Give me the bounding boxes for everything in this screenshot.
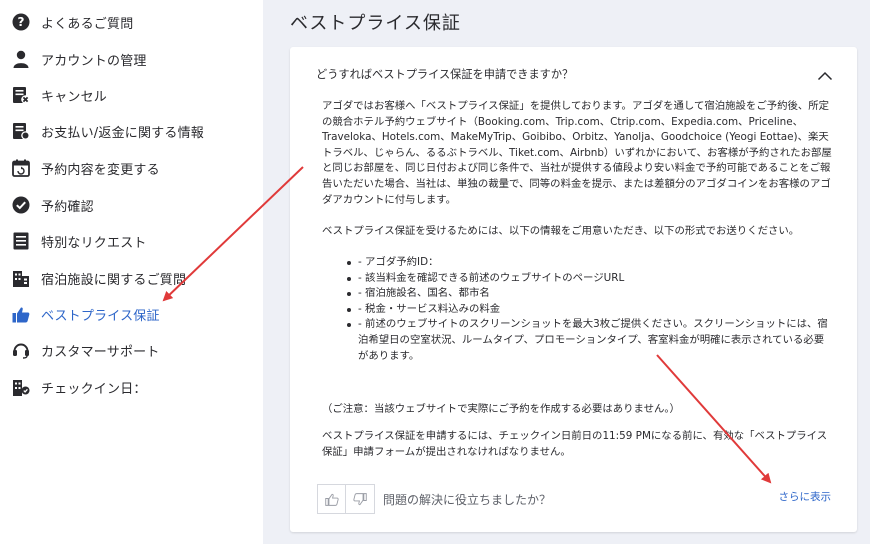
thumbs-up-icon [324,493,339,506]
thumbs-up-icon [11,304,31,324]
page-title: ベストプライス保証 [290,13,461,34]
sidebar-item-label: ベストプライス保証 [41,308,160,324]
list-item: - 該当料金を確認できる前述のウェブサイトのページURL [347,271,832,287]
checkin-building-icon [11,377,31,397]
sidebar-item-payment[interactable]: お支払い/返金に関する情報 [11,116,256,146]
answer-intro: アゴダではお客様へ「ベストプライス保証」を提供しております。アゴダを通して宿泊施… [322,100,832,206]
person-icon [11,49,31,69]
sidebar-item-best-price-guarantee[interactable]: ベストプライス保証 [11,299,256,329]
sidebar-item-special-requests[interactable]: 特別なリクエスト [11,226,256,256]
sidebar-item-label: よくあるご質問 [41,16,134,32]
question-circle-icon: ? [11,12,31,32]
list-document-icon [11,231,31,251]
sidebar-item-booking-confirmation[interactable]: 予約確認 [11,190,256,220]
faq-question-toggle[interactable]: どうすればベストプライス保証を申請できますか？ [290,47,857,92]
svg-text:?: ? [18,15,25,29]
sidebar-item-account[interactable]: アカウントの管理 [11,44,256,74]
feedback-question: 問題の解決に役立ちましたか？ [383,492,552,507]
thumbs-up-button[interactable] [317,484,346,514]
requirements-list: - アゴダ予約ID： - 該当料金を確認できる前述のウェブサイトのページURL … [322,255,832,364]
faq-answer: アゴダではお客様へ「ベストプライス保証」を提供しております。アゴダを通して宿泊施… [322,99,832,380]
sidebar-item-change-booking[interactable]: 予約内容を変更する [11,153,256,183]
sidebar-item-faq[interactable]: ? よくあるご質問 [11,7,256,37]
check-circle-icon [11,195,31,215]
show-more-link[interactable]: さらに表示 [779,489,832,504]
building-icon [11,268,31,288]
sidebar-item-label: キャンセル [41,89,108,105]
sidebar-item-label: カスタマーサポート [41,344,160,360]
chevron-up-icon[interactable] [817,67,833,81]
sidebar-item-cancel[interactable]: キャンセル [11,80,256,110]
feedback-bar: 問題の解決に役立ちましたか？ [317,484,551,514]
faq-question: どうすればベストプライス保証を申請できますか？ [316,68,574,81]
list-item: - 宿泊施設名、国名、都市名 [347,286,832,302]
sidebar-item-label: アカウントの管理 [41,53,147,69]
sidebar-item-label: 予約確認 [41,199,94,215]
sidebar-item-property-questions[interactable]: 宿泊施設に関するご質問 [11,263,256,293]
sidebar: ? よくあるご質問 アカウントの管理 キャンセル お支払い/返金に関する情報 予… [0,0,263,544]
thumbs-down-button[interactable] [346,484,375,514]
sidebar-item-label: お支払い/返金に関する情報 [41,125,204,141]
cancel-document-icon [11,85,31,105]
main-content: ベストプライス保証 どうすればベストプライス保証を申請できますか？ アゴダではお… [263,0,870,544]
answer-note: （ご注意：当該ウェブサイトで実際にご予約を作成する必要はありません。） [322,403,680,415]
list-item: - 前述のウェブサイトのスクリーンショットを最大3枚ご提供ください。スクリーンシ… [347,317,832,364]
sidebar-item-checkin-date[interactable]: チェックイン日： [11,372,256,402]
sidebar-item-label: 特別なリクエスト [41,235,147,251]
thumbs-down-icon [353,492,367,505]
sidebar-item-customer-support[interactable]: カスタマーサポート [11,335,256,365]
answer-requirements-intro: ベストプライス保証を受けるためには、以下の情報をご用意いただき、以下の形式でお送… [322,224,800,237]
list-item: - 税金・サービス料込みの料金 [347,302,832,318]
calendar-change-icon [11,158,31,178]
sidebar-item-label: 予約内容を変更する [41,162,160,178]
list-item: - アゴダ予約ID： [347,255,832,271]
sidebar-item-label: 宿泊施設に関するご質問 [41,272,187,288]
headset-icon [11,340,31,360]
answer-claim-deadline: ベストプライス保証を申請するには、チェックイン日前日の11:59 PMになる前に… [322,430,828,458]
sidebar-item-label: チェックイン日： [41,381,147,397]
faq-card: どうすればベストプライス保証を申請できますか？ アゴダではお客様へ「ベストプライ… [290,47,857,532]
payment-document-icon [11,121,31,141]
